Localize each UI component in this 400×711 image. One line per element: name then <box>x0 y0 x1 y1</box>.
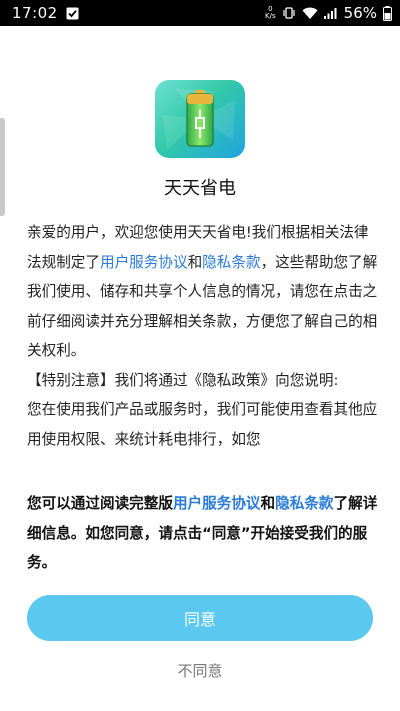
special-notice-paragraph: 【特别注意】我们将通过《隐私政策》向您说明: <box>27 371 339 389</box>
battery-charging-icon <box>163 88 235 150</box>
permission-paragraph: 您在使用我们产品或服务时，我们可能使用查看其他应用使用权限、来统计耗电排行，如您 <box>27 401 378 448</box>
wifi-icon <box>302 7 318 20</box>
intro-paragraph: 亲爱的用户，欢迎您使用天天省电!我们根据相关法律法规制定了用户服务协议和隐私条款… <box>27 218 379 366</box>
status-time: 17:02 <box>12 4 58 22</box>
status-bar-left: 17:02 <box>12 4 79 22</box>
app-title: 天天省电 <box>164 178 236 199</box>
summary-and-text: 和 <box>260 495 276 512</box>
status-bar-right: 0 K/s 56% <box>265 4 392 22</box>
content-fade <box>27 462 379 482</box>
vibrate-icon <box>282 6 296 20</box>
privacy-terms-link[interactable]: 隐私条款 <box>202 254 260 271</box>
consent-summary: 您可以通过阅读完整版用户服务协议和隐私条款了解详细信息。如您同意，请点击“同意”… <box>27 489 379 578</box>
net-speed-indicator: 0 K/s <box>265 6 276 20</box>
intro-and-text: 和 <box>187 253 203 271</box>
battery-icon <box>383 5 392 21</box>
privacy-consent-screen: 17:02 0 K/s 56% 天天省电 亲爱的用户，欢迎您使用天天省电!我们根… <box>0 0 400 711</box>
signal-icon <box>323 7 338 19</box>
battery-percent: 56% <box>343 4 377 22</box>
app-logo <box>155 80 245 158</box>
privacy-content-scroll[interactable]: 亲爱的用户，欢迎您使用天天省电!我们根据相关法律法规制定了用户服务协议和隐私条款… <box>27 218 379 482</box>
net-speed-unit: K/s <box>265 12 276 20</box>
user-agreement-link[interactable]: 用户服务协议 <box>100 254 188 271</box>
summary-privacy-terms-link[interactable]: 隐私条款 <box>275 495 333 512</box>
disagree-button[interactable]: 不同意 <box>0 660 400 681</box>
summary-user-agreement-link[interactable]: 用户服务协议 <box>173 495 261 512</box>
edge-panel-handle[interactable] <box>0 118 5 216</box>
notification-checkbox-icon <box>66 7 79 20</box>
status-bar: 17:02 0 K/s 56% <box>0 0 400 26</box>
summary-prefix: 您可以通过阅读完整版 <box>27 495 173 512</box>
agree-button[interactable]: 同意 <box>27 595 373 641</box>
